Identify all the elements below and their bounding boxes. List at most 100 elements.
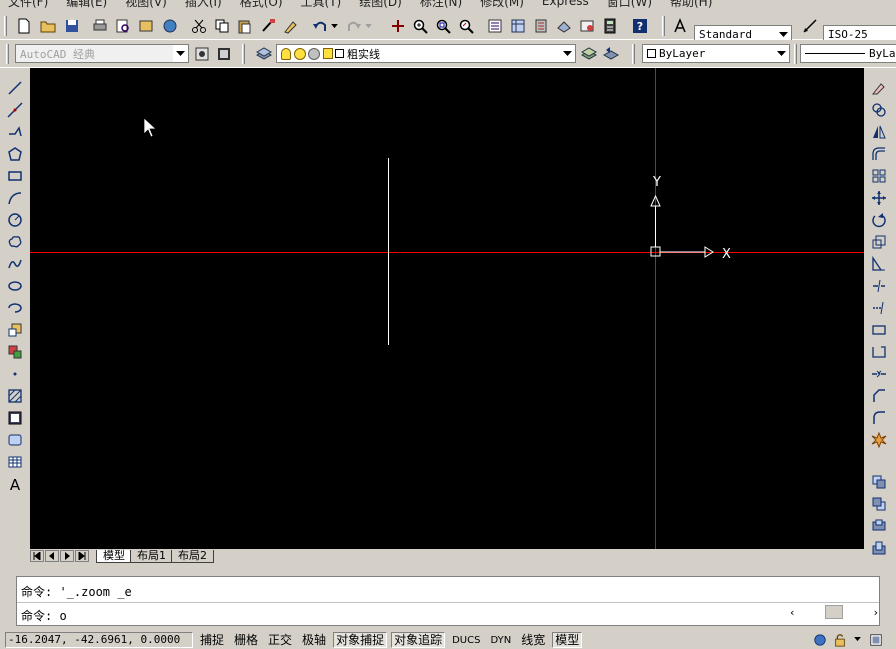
construction-line-icon[interactable] xyxy=(5,100,25,120)
next-tab-button[interactable] xyxy=(60,550,74,562)
status-menu-icon[interactable] xyxy=(850,632,864,648)
spline-icon[interactable] xyxy=(5,254,25,274)
toolbar-grip[interactable] xyxy=(794,44,797,64)
zoom-previous-icon[interactable] xyxy=(456,16,476,36)
layer-select[interactable]: 粗实线 xyxy=(276,44,576,63)
dwf-icon[interactable] xyxy=(160,16,180,36)
menu-view[interactable]: 视图(V) xyxy=(125,0,167,8)
polyline-icon[interactable] xyxy=(5,122,25,142)
chevron-down-icon[interactable] xyxy=(560,45,575,62)
communication-center-icon[interactable] xyxy=(812,632,828,648)
print-icon[interactable] xyxy=(90,16,110,36)
insert-block-icon[interactable] xyxy=(5,320,25,340)
mirror-icon[interactable] xyxy=(869,122,889,142)
layer-previous-icon[interactable] xyxy=(601,44,621,64)
lineweight-toggle[interactable]: 线宽 xyxy=(518,632,548,648)
ortho-toggle[interactable]: 正交 xyxy=(265,632,295,648)
coordinate-readout[interactable]: -16.2047, -42.6961, 0.0000 xyxy=(5,631,193,648)
viewport-freeze-icon[interactable] xyxy=(308,47,320,60)
fillet-icon[interactable] xyxy=(869,408,889,428)
region-icon[interactable] xyxy=(5,430,25,450)
calculator-icon[interactable] xyxy=(600,16,620,36)
undo-icon[interactable] xyxy=(310,16,330,36)
explode-icon[interactable] xyxy=(869,430,889,450)
pan-icon[interactable] xyxy=(388,16,408,36)
circle-icon[interactable] xyxy=(5,210,25,230)
ellipse-icon[interactable] xyxy=(5,276,25,296)
arc-icon[interactable] xyxy=(5,188,25,208)
rectangle-icon[interactable] xyxy=(5,166,25,186)
menu-file[interactable]: 文件(F) xyxy=(8,0,48,8)
menu-help[interactable]: 帮助(H) xyxy=(670,0,712,8)
color-select[interactable]: ByLayer xyxy=(642,44,790,63)
break-icon[interactable] xyxy=(869,342,889,362)
grid-toggle[interactable]: 栅格 xyxy=(231,632,261,648)
menu-format[interactable]: 格式(O) xyxy=(240,0,283,8)
stretch-icon[interactable] xyxy=(869,254,889,274)
table-icon[interactable] xyxy=(5,452,25,472)
join-icon[interactable] xyxy=(869,364,889,384)
break-at-point-icon[interactable] xyxy=(869,320,889,340)
menu-draw[interactable]: 绘图(D) xyxy=(359,0,402,8)
workspace-select[interactable]: AutoCAD 经典 xyxy=(15,44,189,63)
move-icon[interactable] xyxy=(869,188,889,208)
new-file-icon[interactable] xyxy=(14,16,34,36)
trim-icon[interactable] xyxy=(869,276,889,296)
offset-icon[interactable] xyxy=(869,144,889,164)
chevron-down-icon[interactable] xyxy=(173,45,188,62)
tab-layout2[interactable]: 布局2 xyxy=(171,549,214,563)
menu-edit[interactable]: 编辑(E) xyxy=(66,0,107,8)
array-icon[interactable] xyxy=(869,166,889,186)
menu-express[interactable]: Express xyxy=(542,0,589,8)
match-properties-icon[interactable] xyxy=(258,16,278,36)
menu-tools[interactable]: 工具(T) xyxy=(301,0,342,8)
copy-object-icon[interactable] xyxy=(869,100,889,120)
menu-insert[interactable]: 插入(I) xyxy=(185,0,222,8)
linetype-select[interactable]: ByLa xyxy=(800,44,896,63)
gradient-icon[interactable] xyxy=(5,408,25,428)
polygon-icon[interactable] xyxy=(5,144,25,164)
command-input-line[interactable]: 命令: o xyxy=(21,607,67,624)
bring-above-icon[interactable] xyxy=(869,538,889,558)
lock-icon[interactable] xyxy=(323,48,333,59)
lightbulb-icon[interactable] xyxy=(281,47,291,60)
save-icon[interactable] xyxy=(62,16,82,36)
save-workspace-icon[interactable] xyxy=(214,44,234,64)
scroll-thumb[interactable] xyxy=(825,605,843,619)
rotate-icon[interactable] xyxy=(869,210,889,230)
layer-manager-icon[interactable] xyxy=(254,44,274,64)
snap-toggle[interactable]: 捕捉 xyxy=(197,632,227,648)
menu-modify[interactable]: 修改(M) xyxy=(480,0,524,8)
workspace-settings-icon[interactable] xyxy=(192,44,212,64)
erase-icon[interactable] xyxy=(869,78,889,98)
sheet-set-icon[interactable] xyxy=(554,16,574,36)
menu-dimension[interactable]: 标注(N) xyxy=(420,0,462,8)
make-block-icon[interactable] xyxy=(5,342,25,362)
first-tab-button[interactable] xyxy=(30,550,44,562)
command-scrollbar[interactable]: ‹ › xyxy=(790,602,878,622)
line-icon[interactable] xyxy=(5,78,25,98)
cut-icon[interactable] xyxy=(189,16,209,36)
prev-tab-button[interactable] xyxy=(45,550,59,562)
menu-window[interactable]: 窗口(W) xyxy=(607,0,652,8)
otrack-toggle[interactable]: 对象追踪 xyxy=(391,631,446,648)
bring-to-front-icon[interactable] xyxy=(869,494,889,514)
text-style-icon[interactable] xyxy=(670,16,690,36)
copy-icon[interactable] xyxy=(212,16,232,36)
ellipse-arc-icon[interactable] xyxy=(5,298,25,318)
design-center-icon[interactable] xyxy=(508,16,528,36)
redo-icon[interactable] xyxy=(344,16,364,36)
redo-dropdown-icon[interactable] xyxy=(362,16,374,36)
zoom-window-icon[interactable] xyxy=(433,16,453,36)
tab-layout1[interactable]: 布局1 xyxy=(130,549,173,563)
extend-icon[interactable] xyxy=(869,298,889,318)
zoom-realtime-icon[interactable] xyxy=(410,16,430,36)
model-toggle[interactable]: 模型 xyxy=(552,631,583,648)
hatch-icon[interactable] xyxy=(5,386,25,406)
ducs-toggle[interactable]: DUCS xyxy=(449,632,483,648)
polar-toggle[interactable]: 极轴 xyxy=(299,632,329,648)
help-icon[interactable]: ? xyxy=(630,16,650,36)
point-icon[interactable] xyxy=(5,364,25,384)
toolbar-grip[interactable] xyxy=(662,16,665,36)
drawing-canvas[interactable]: Y X xyxy=(30,68,864,549)
